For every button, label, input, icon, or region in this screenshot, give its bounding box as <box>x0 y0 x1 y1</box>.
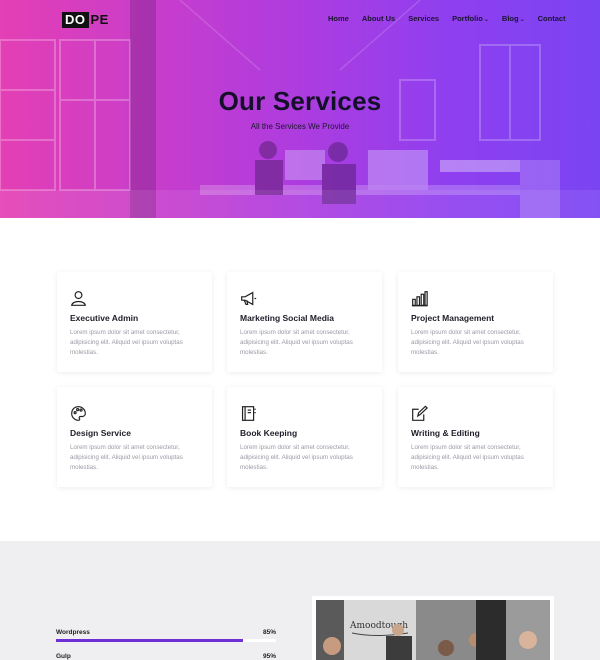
progress-fill <box>56 639 243 642</box>
nav-contact-label: Contact <box>537 14 566 23</box>
skill-bar-gulp: Gulp 95% <box>56 653 276 660</box>
service-description: Lorem ipsum dolor sit amet consectetur, … <box>70 444 183 471</box>
skill-percent: 85% <box>262 629 276 636</box>
notebook-icon <box>241 406 256 421</box>
top-navigation: DO PE Home About Us Services Portfolio⌄ … <box>0 0 600 40</box>
team-photo-frame: Amoodtough <box>312 596 554 660</box>
service-description: Lorem ipsum dolor sit amet consectetur, … <box>240 444 353 471</box>
progress-track <box>56 639 276 642</box>
service-title: Writing & Editing <box>411 428 480 438</box>
service-card-marketing-social-media[interactable]: Marketing Social Media Lorem ipsum dolor… <box>227 272 382 372</box>
chevron-down-icon: ⌄ <box>483 17 489 23</box>
nav-services[interactable]: Services <box>408 14 439 23</box>
service-title: Marketing Social Media <box>240 313 334 323</box>
chevron-down-icon: ⌄ <box>519 17 525 23</box>
service-title: Executive Admin <box>70 313 139 323</box>
bar-chart-icon <box>411 291 428 307</box>
service-card-executive-admin[interactable]: Executive Admin Lorem ipsum dolor sit am… <box>57 272 212 372</box>
service-description: Lorem ipsum dolor sit amet consectetur, … <box>240 329 353 356</box>
skill-percent: 95% <box>262 653 276 660</box>
nav-services-label: Services <box>408 14 440 23</box>
service-title: Design Service <box>70 428 131 438</box>
skill-label: Gulp <box>56 653 71 660</box>
skill-bar-wordpress: Wordpress 85% <box>56 629 276 642</box>
service-card-writing-editing[interactable]: Writing & Editing Lorem ipsum dolor sit … <box>398 387 553 487</box>
main-menu: Home About Us Services Portfolio⌄ Blog⌄ … <box>328 14 579 23</box>
nav-about-us[interactable]: About Us <box>362 14 395 23</box>
logo-text: PE <box>90 12 109 27</box>
brand-logo[interactable]: DO PE <box>62 12 109 28</box>
nav-about-us-label: About Us <box>361 14 396 23</box>
nav-home[interactable]: Home <box>328 14 349 23</box>
nav-blog[interactable]: Blog⌄ <box>502 14 525 23</box>
palette-icon <box>71 406 86 421</box>
skill-label: Wordpress <box>56 629 90 636</box>
services-grid: Executive Admin Lorem ipsum dolor sit am… <box>57 272 553 488</box>
nav-blog-label: Blog <box>501 14 519 23</box>
team-meeting-photo: Amoodtough <box>316 600 550 660</box>
team-meeting-illustration: Amoodtough <box>316 600 550 660</box>
service-description: Lorem ipsum dolor sit amet consectetur, … <box>411 444 524 471</box>
edit-icon <box>412 405 428 421</box>
service-card-design-service[interactable]: Design Service Lorem ipsum dolor sit ame… <box>57 387 212 487</box>
logo-mark: DO <box>62 12 89 28</box>
user-icon <box>70 291 87 306</box>
service-card-project-management[interactable]: Project Management Lorem ipsum dolor sit… <box>398 272 553 372</box>
nav-portfolio-label: Portfolio <box>452 14 483 23</box>
page-title: Our Services <box>218 86 382 116</box>
nav-contact[interactable]: Contact <box>538 14 566 23</box>
service-card-book-keeping[interactable]: Book Keeping Lorem ipsum dolor sit amet … <box>227 387 382 487</box>
service-title: Book Keeping <box>240 428 298 438</box>
service-description: Lorem ipsum dolor sit amet consectetur, … <box>70 329 183 356</box>
service-description: Lorem ipsum dolor sit amet consectetur, … <box>411 329 524 356</box>
hero-banner: DO PE Home About Us Services Portfolio⌄ … <box>0 0 600 218</box>
service-title: Project Management <box>411 313 495 323</box>
nav-portfolio[interactable]: Portfolio⌄ <box>452 14 489 23</box>
megaphone-icon <box>241 291 257 306</box>
nav-home-label: Home <box>328 14 349 23</box>
page-subtitle: All the Services We Provide <box>250 122 350 131</box>
